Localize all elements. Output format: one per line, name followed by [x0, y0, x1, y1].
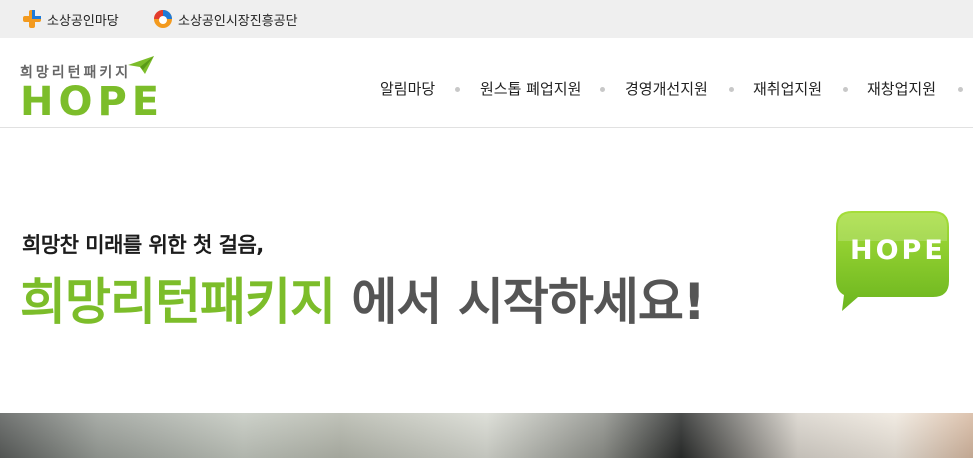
- agency-logo-icon: [153, 9, 173, 29]
- paper-plane-icon: [128, 56, 154, 74]
- hero-title: 희망리턴패키지 에서 시작하세요!: [20, 272, 706, 332]
- nav-separator: [958, 87, 963, 92]
- sosanggong-agency-link[interactable]: 소상공인시장진흥공단: [153, 9, 298, 29]
- nav-separator: [843, 87, 848, 92]
- hero-subtitle: 희망찬 미래를 위한 첫 걸음,: [22, 233, 264, 257]
- hope-logo[interactable]: 희망리턴패키지 HOPE: [20, 56, 160, 122]
- sosanggong-agency-label: 소상공인시장진흥공단: [178, 13, 298, 29]
- bubble-hope-text: HOPE: [850, 235, 946, 266]
- hero-photo-banner: [0, 413, 973, 458]
- nav-separator: [455, 87, 460, 92]
- logo-hope-text: HOPE: [20, 79, 165, 125]
- hero-title-brand: 희망리턴패키지: [20, 273, 336, 331]
- nav-item-management-improvement[interactable]: 경영개선지원: [625, 78, 708, 99]
- sosanggong-madang-label: 소상공인마당: [47, 13, 119, 29]
- top-utility-bar: 소상공인마당 소상공인시장진흥공단: [0, 0, 973, 38]
- nav-item-restart-business[interactable]: 재창업지원: [867, 78, 936, 99]
- nav-item-notices[interactable]: 알림마당: [380, 78, 435, 99]
- hero-title-rest: 에서 시작하세요!: [335, 273, 705, 331]
- nav-item-reemployment[interactable]: 재취업지원: [753, 78, 822, 99]
- nav-item-onestop-closure[interactable]: 원스톱 폐업지원: [480, 78, 581, 99]
- nav-separator: [600, 87, 605, 92]
- hope-speech-bubble: HOPE: [836, 211, 949, 311]
- hero-section: 희망찬 미래를 위한 첫 걸음, 희망리턴패키지 에서 시작하세요! HOPE: [0, 129, 973, 413]
- plus-logo-icon: [22, 9, 42, 29]
- site-header: 희망리턴패키지 HOPE 알림마당 원스톱 폐업지원 경영개선지원 재취업지원 …: [0, 38, 973, 128]
- sosanggong-madang-link[interactable]: 소상공인마당: [22, 9, 119, 29]
- nav-separator: [729, 87, 734, 92]
